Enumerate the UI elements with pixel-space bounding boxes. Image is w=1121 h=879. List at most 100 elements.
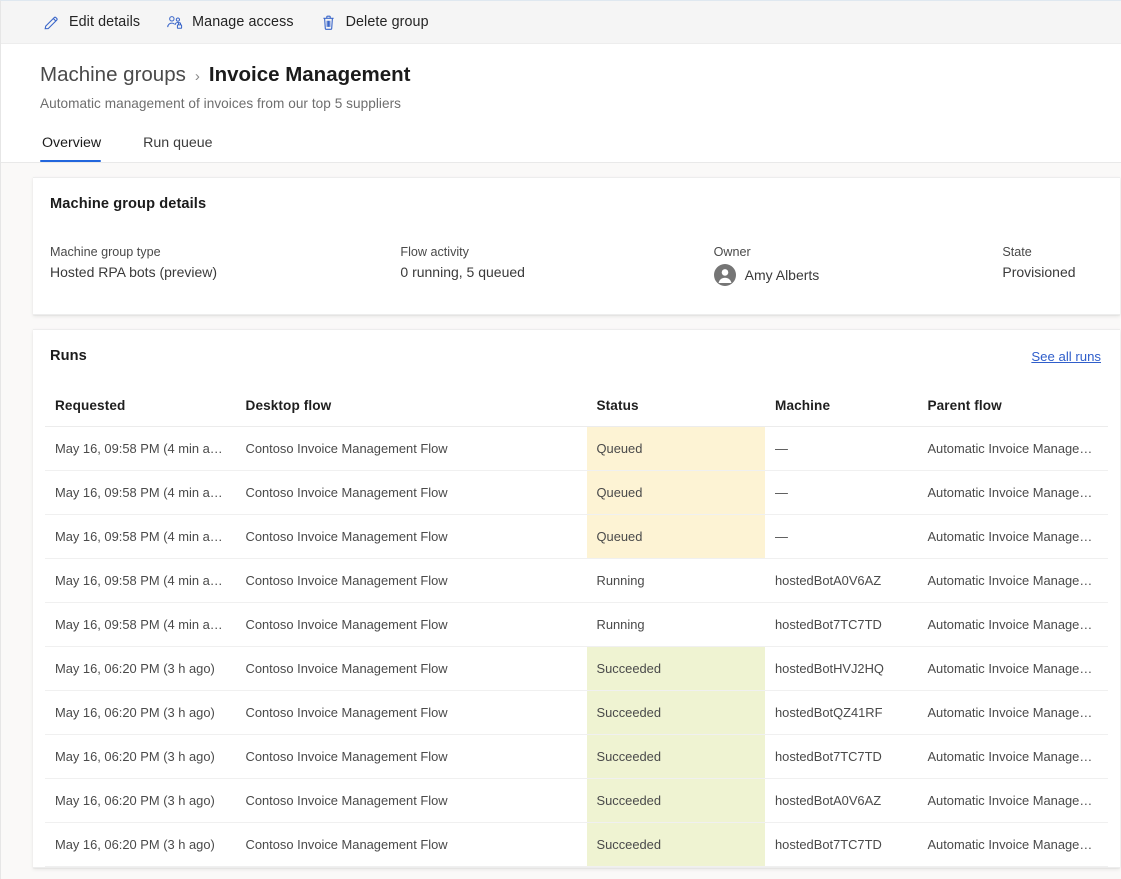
runs-card-title: Runs: [50, 348, 87, 364]
column-header-status[interactable]: Status: [587, 388, 766, 427]
pencil-icon: [43, 14, 60, 31]
owner-name: Amy Alberts: [745, 267, 820, 283]
table-header-row: Requested Desktop flow Status Machine Pa…: [45, 388, 1108, 427]
cell-machine: hostedBot7TC7TD: [765, 823, 917, 867]
cell-status: Running: [587, 603, 766, 647]
cards-container: Machine group details Machine group type…: [1, 163, 1121, 868]
table-row[interactable]: May 16, 09:58 PM (4 min ago)Contoso Invo…: [45, 603, 1108, 647]
cell-parent-flow: Automatic Invoice Manage…: [917, 515, 1108, 559]
cell-status: Succeeded: [587, 647, 766, 691]
cell-parent-flow: Automatic Invoice Manage…: [917, 779, 1108, 823]
runs-card: Runs See all runs Requested Desktop flow…: [33, 329, 1120, 868]
see-all-runs-link[interactable]: See all runs: [1031, 348, 1101, 364]
machine-group-details-card: Machine group details Machine group type…: [33, 177, 1120, 315]
table-row[interactable]: May 16, 06:20 PM (3 h ago)Contoso Invoic…: [45, 691, 1108, 735]
tab-list: Overview Run queue: [40, 129, 1121, 162]
cell-desktop-flow: Contoso Invoice Management Flow: [236, 691, 587, 735]
cell-requested: May 16, 06:20 PM (3 h ago): [45, 823, 236, 867]
cell-parent-flow: Automatic Invoice Manage…: [917, 471, 1108, 515]
cell-requested: May 16, 09:58 PM (4 min ago): [45, 471, 236, 515]
breadcrumb: Machine groups › Invoice Management: [40, 44, 1121, 87]
cell-parent-flow: Automatic Invoice Manage…: [917, 735, 1108, 779]
detail-machine-group-type: Machine group type Hosted RPA bots (prev…: [50, 245, 400, 286]
detail-value: Hosted RPA bots (preview): [50, 264, 388, 280]
cell-requested: May 16, 09:58 PM (4 min ago): [45, 603, 236, 647]
table-row[interactable]: May 16, 09:58 PM (4 min ago)Contoso Invo…: [45, 471, 1108, 515]
trash-icon: [320, 14, 337, 31]
cell-status: Succeeded: [587, 823, 766, 867]
cell-status: Queued: [587, 471, 766, 515]
cell-status: Succeeded: [587, 691, 766, 735]
delete-group-button[interactable]: Delete group: [316, 9, 439, 36]
cell-requested: May 16, 06:20 PM (3 h ago): [45, 735, 236, 779]
cell-machine: hostedBotQZ41RF: [765, 691, 917, 735]
machine-group-page: Edit details Manage access: [0, 0, 1121, 879]
tab-overview[interactable]: Overview: [40, 129, 117, 162]
column-header-desktop-flow[interactable]: Desktop flow: [236, 388, 587, 427]
page-header: Machine groups › Invoice Management Auto…: [1, 44, 1121, 163]
runs-table: Requested Desktop flow Status Machine Pa…: [45, 388, 1108, 867]
cell-machine: hostedBotA0V6AZ: [765, 559, 917, 603]
cell-desktop-flow: Contoso Invoice Management Flow: [236, 779, 587, 823]
cell-desktop-flow: Contoso Invoice Management Flow: [236, 647, 587, 691]
cell-requested: May 16, 09:58 PM (4 min ago): [45, 427, 236, 471]
column-header-requested[interactable]: Requested: [45, 388, 236, 427]
manage-access-label: Manage access: [192, 14, 293, 30]
table-row[interactable]: May 16, 06:20 PM (3 h ago)Contoso Invoic…: [45, 823, 1108, 867]
cell-parent-flow: Automatic Invoice Manage…: [917, 427, 1108, 471]
cell-desktop-flow: Contoso Invoice Management Flow: [236, 559, 587, 603]
cell-machine: —: [765, 515, 917, 559]
cell-parent-flow: Automatic Invoice Manage…: [917, 823, 1108, 867]
cell-machine: —: [765, 471, 917, 515]
cell-requested: May 16, 09:58 PM (4 min ago): [45, 559, 236, 603]
cell-parent-flow: Automatic Invoice Manage…: [917, 647, 1108, 691]
cell-parent-flow: Automatic Invoice Manage…: [917, 559, 1108, 603]
cell-parent-flow: Automatic Invoice Manage…: [917, 691, 1108, 735]
cell-requested: May 16, 06:20 PM (3 h ago): [45, 691, 236, 735]
cell-status: Queued: [587, 427, 766, 471]
manage-access-icon: [166, 14, 183, 31]
delete-group-label: Delete group: [346, 14, 429, 30]
cell-machine: —: [765, 427, 917, 471]
chevron-right-icon: ›: [195, 68, 200, 85]
cell-requested: May 16, 06:20 PM (3 h ago): [45, 647, 236, 691]
table-row[interactable]: May 16, 09:58 PM (4 min ago)Contoso Invo…: [45, 559, 1108, 603]
cell-machine: hostedBotHVJ2HQ: [765, 647, 917, 691]
tab-run-queue-label: Run queue: [143, 135, 212, 151]
table-row[interactable]: May 16, 06:20 PM (3 h ago)Contoso Invoic…: [45, 779, 1108, 823]
table-row[interactable]: May 16, 09:58 PM (4 min ago)Contoso Invo…: [45, 427, 1108, 471]
column-header-machine[interactable]: Machine: [765, 388, 917, 427]
breadcrumb-parent-link[interactable]: Machine groups: [40, 63, 186, 87]
cell-desktop-flow: Contoso Invoice Management Flow: [236, 823, 587, 867]
details-card-title: Machine group details: [33, 178, 1120, 212]
cell-requested: May 16, 06:20 PM (3 h ago): [45, 779, 236, 823]
detail-label: Flow activity: [400, 245, 701, 259]
runs-table-body: May 16, 09:58 PM (4 min ago)Contoso Invo…: [45, 427, 1108, 867]
table-row[interactable]: May 16, 06:20 PM (3 h ago)Contoso Invoic…: [45, 735, 1108, 779]
cell-desktop-flow: Contoso Invoice Management Flow: [236, 515, 587, 559]
tab-overview-label: Overview: [42, 135, 101, 151]
cell-desktop-flow: Contoso Invoice Management Flow: [236, 603, 587, 647]
cell-machine: hostedBotA0V6AZ: [765, 779, 917, 823]
cell-machine: hostedBot7TC7TD: [765, 603, 917, 647]
edit-details-button[interactable]: Edit details: [39, 9, 150, 36]
cell-desktop-flow: Contoso Invoice Management Flow: [236, 471, 587, 515]
cell-desktop-flow: Contoso Invoice Management Flow: [236, 427, 587, 471]
manage-access-button[interactable]: Manage access: [162, 9, 303, 36]
tab-run-queue[interactable]: Run queue: [141, 129, 228, 162]
cell-status: Queued: [587, 515, 766, 559]
detail-label: Owner: [714, 245, 991, 259]
table-row[interactable]: May 16, 06:20 PM (3 h ago)Contoso Invoic…: [45, 647, 1108, 691]
column-header-parent-flow[interactable]: Parent flow: [917, 388, 1108, 427]
cell-desktop-flow: Contoso Invoice Management Flow: [236, 735, 587, 779]
runs-table-head: Requested Desktop flow Status Machine Pa…: [45, 388, 1108, 427]
cell-requested: May 16, 09:58 PM (4 min ago): [45, 515, 236, 559]
detail-label: State: [1002, 245, 1108, 259]
table-row[interactable]: May 16, 09:58 PM (4 min ago)Contoso Invo…: [45, 515, 1108, 559]
detail-value: 0 running, 5 queued: [400, 264, 701, 280]
owner-row: Amy Alberts: [714, 264, 991, 286]
avatar: [714, 264, 736, 286]
cell-status: Running: [587, 559, 766, 603]
page-subtitle: Automatic management of invoices from ou…: [40, 96, 1121, 111]
detail-owner: Owner Amy Alberts: [714, 245, 1003, 286]
